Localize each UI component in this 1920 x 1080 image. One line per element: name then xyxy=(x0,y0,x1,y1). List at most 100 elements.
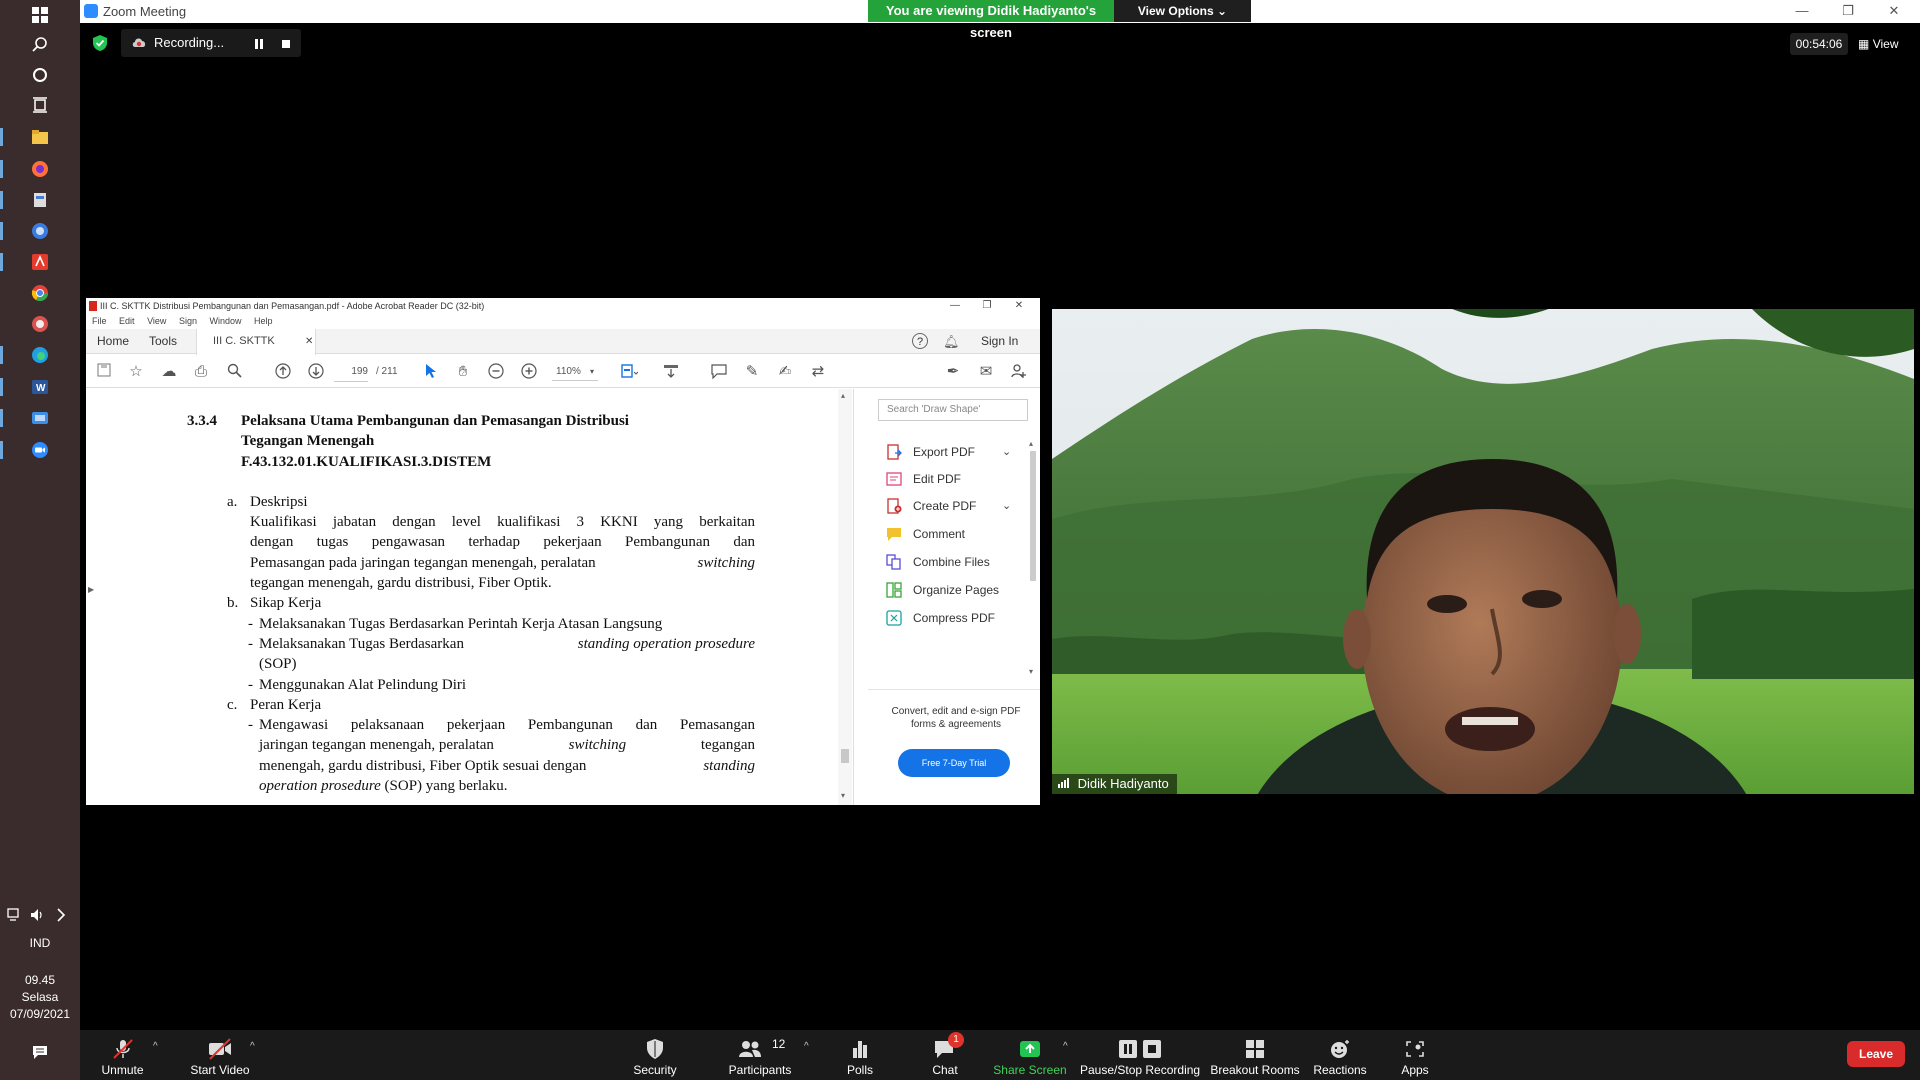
apps-button[interactable]: Apps xyxy=(1390,1030,1440,1080)
document-scrollbar[interactable]: ▴ ▾ xyxy=(838,389,852,805)
video-options-caret-icon[interactable]: ^ xyxy=(250,1041,255,1052)
zoom-app-icon[interactable] xyxy=(28,438,52,462)
close-icon[interactable]: ✕ xyxy=(1002,298,1036,314)
share-tool-icon[interactable]: ⇄ xyxy=(809,363,827,381)
app-icon[interactable] xyxy=(28,188,52,212)
email-icon[interactable]: ✉ xyxy=(977,363,995,381)
scrollbar-thumb[interactable] xyxy=(1030,451,1036,581)
zoom-in-icon[interactable] xyxy=(520,363,538,381)
menu-edit[interactable]: Edit xyxy=(119,316,135,326)
zoom-out-icon[interactable] xyxy=(487,363,505,381)
menu-view[interactable]: View xyxy=(147,316,166,326)
app-icon[interactable] xyxy=(28,312,52,336)
clock-time[interactable]: 09.45 xyxy=(0,972,80,989)
next-page-icon[interactable] xyxy=(307,363,325,381)
notifications-icon[interactable] xyxy=(28,1040,52,1064)
audio-options-caret-icon[interactable]: ^ xyxy=(153,1041,158,1052)
hand-tool-icon[interactable]: ✋︎ xyxy=(454,363,472,381)
notifications-bell-icon[interactable]: 🔔︎ xyxy=(943,329,960,354)
volume-icon[interactable] xyxy=(29,903,47,927)
app-icon[interactable] xyxy=(28,406,52,430)
tab-home[interactable]: Home xyxy=(97,329,129,354)
left-panel-toggle-icon[interactable]: ▶ xyxy=(88,585,94,594)
upload-cloud-icon[interactable]: ☁ xyxy=(160,363,178,381)
close-icon[interactable]: ✕ xyxy=(1871,1,1917,21)
scroll-down-icon[interactable]: ▾ xyxy=(841,791,845,800)
pause-recording-icon[interactable] xyxy=(253,37,265,49)
bookmark-star-icon[interactable]: ☆ xyxy=(127,363,145,381)
task-view-icon[interactable] xyxy=(28,93,52,117)
participant-video[interactable]: Didik Hadiyanto xyxy=(1052,309,1914,794)
page-number-field[interactable]: 199 / 211 xyxy=(334,363,414,382)
zoom-level-dropdown[interactable]: 110% ▾ xyxy=(552,363,598,381)
save-icon[interactable] xyxy=(95,363,113,381)
find-icon[interactable] xyxy=(225,363,243,381)
scroll-up-icon[interactable]: ▴ xyxy=(1029,439,1033,448)
tab-document[interactable]: III C. SKTTK Distrib... ✕ xyxy=(196,329,316,372)
menu-help[interactable]: Help xyxy=(254,316,273,326)
network-icon[interactable] xyxy=(6,903,24,927)
tool-create-pdf[interactable]: Create PDF ⌄ xyxy=(886,495,1016,517)
polls-button[interactable]: Polls xyxy=(830,1030,890,1080)
share-options-caret-icon[interactable]: ^ xyxy=(1063,1041,1068,1052)
help-icon[interactable]: ? xyxy=(912,333,928,349)
edge-icon[interactable] xyxy=(28,343,52,367)
tab-tools[interactable]: Tools xyxy=(149,329,177,354)
scrollbar-thumb[interactable] xyxy=(841,749,849,763)
previous-page-icon[interactable] xyxy=(274,363,292,381)
acrobat-icon[interactable] xyxy=(28,250,52,274)
leave-button[interactable]: Leave xyxy=(1847,1041,1905,1067)
tool-combine-files[interactable]: Combine Files xyxy=(886,551,1016,573)
unmute-button[interactable]: Unmute xyxy=(80,1030,165,1080)
share-screen-button[interactable]: Share Screen xyxy=(990,1030,1070,1080)
fit-page-icon[interactable] xyxy=(620,363,639,381)
highlight-pen-icon[interactable]: ✎ xyxy=(743,363,761,381)
scroll-mode-icon[interactable] xyxy=(662,363,680,381)
chevron-right-icon[interactable] xyxy=(52,903,70,927)
search-icon[interactable] xyxy=(28,32,52,56)
restore-icon[interactable]: ❐ xyxy=(1825,1,1871,21)
scroll-up-icon[interactable]: ▴ xyxy=(841,391,845,400)
comment-tool-icon[interactable] xyxy=(710,363,728,381)
participants-options-caret-icon[interactable]: ^ xyxy=(804,1041,809,1052)
minimize-icon[interactable]: — xyxy=(1779,1,1825,21)
select-cursor-icon[interactable] xyxy=(422,363,440,381)
close-tab-icon[interactable]: ✕ xyxy=(305,329,313,354)
sign-in-link[interactable]: Sign In xyxy=(981,329,1018,354)
add-user-icon[interactable] xyxy=(1010,363,1028,381)
tools-search-input[interactable]: Search 'Draw Shape' xyxy=(878,399,1028,421)
participants-button[interactable]: 12 Participants xyxy=(720,1030,800,1080)
menu-window[interactable]: Window xyxy=(209,316,241,326)
scroll-down-icon[interactable]: ▾ xyxy=(1029,667,1033,676)
sign-tool-icon[interactable]: ✍︎ xyxy=(776,363,794,381)
restore-icon[interactable]: ❐ xyxy=(970,298,1004,314)
view-button[interactable]: ▦ View xyxy=(1858,33,1912,55)
minimize-icon[interactable]: — xyxy=(938,298,972,314)
tool-compress-pdf[interactable]: Compress PDF xyxy=(886,607,1016,629)
stop-recording-icon[interactable] xyxy=(280,37,292,49)
pause-stop-recording-button[interactable]: Pause/Stop Recording xyxy=(1080,1030,1200,1080)
breakout-rooms-button[interactable]: Breakout Rooms xyxy=(1210,1030,1300,1080)
document-viewer[interactable]: ▶ ▶ 3.3.4 Pelaksana Utama Pembangunan da… xyxy=(86,389,854,805)
menu-sign[interactable]: Sign xyxy=(179,316,197,326)
tools-scrollbar[interactable]: ▴ ▾ xyxy=(1028,439,1038,679)
file-explorer-icon[interactable] xyxy=(28,125,52,149)
firefox-icon[interactable] xyxy=(28,157,52,181)
security-shield-icon[interactable] xyxy=(92,34,108,52)
language-indicator[interactable]: IND xyxy=(0,935,80,952)
cortana-icon[interactable] xyxy=(28,63,52,87)
chevron-down-icon[interactable]: ⌄ xyxy=(1002,441,1011,463)
current-page-input[interactable]: 199 xyxy=(334,363,368,382)
fill-sign-icon[interactable]: ✒ xyxy=(944,363,962,381)
clock-date[interactable]: 07/09/2021 xyxy=(0,1006,80,1023)
print-icon[interactable]: ⎙ xyxy=(192,363,210,381)
tool-comment[interactable]: Comment xyxy=(886,523,1016,545)
chrome-icon[interactable] xyxy=(28,281,52,305)
security-button[interactable]: Security xyxy=(615,1030,695,1080)
tool-edit-pdf[interactable]: Edit PDF xyxy=(886,468,1016,490)
menu-file[interactable]: File xyxy=(92,316,107,326)
word-icon[interactable]: W xyxy=(28,375,52,399)
tool-organize-pages[interactable]: Organize Pages xyxy=(886,579,1016,601)
browser-icon[interactable] xyxy=(28,219,52,243)
start-video-button[interactable]: Start Video xyxy=(170,1030,270,1080)
